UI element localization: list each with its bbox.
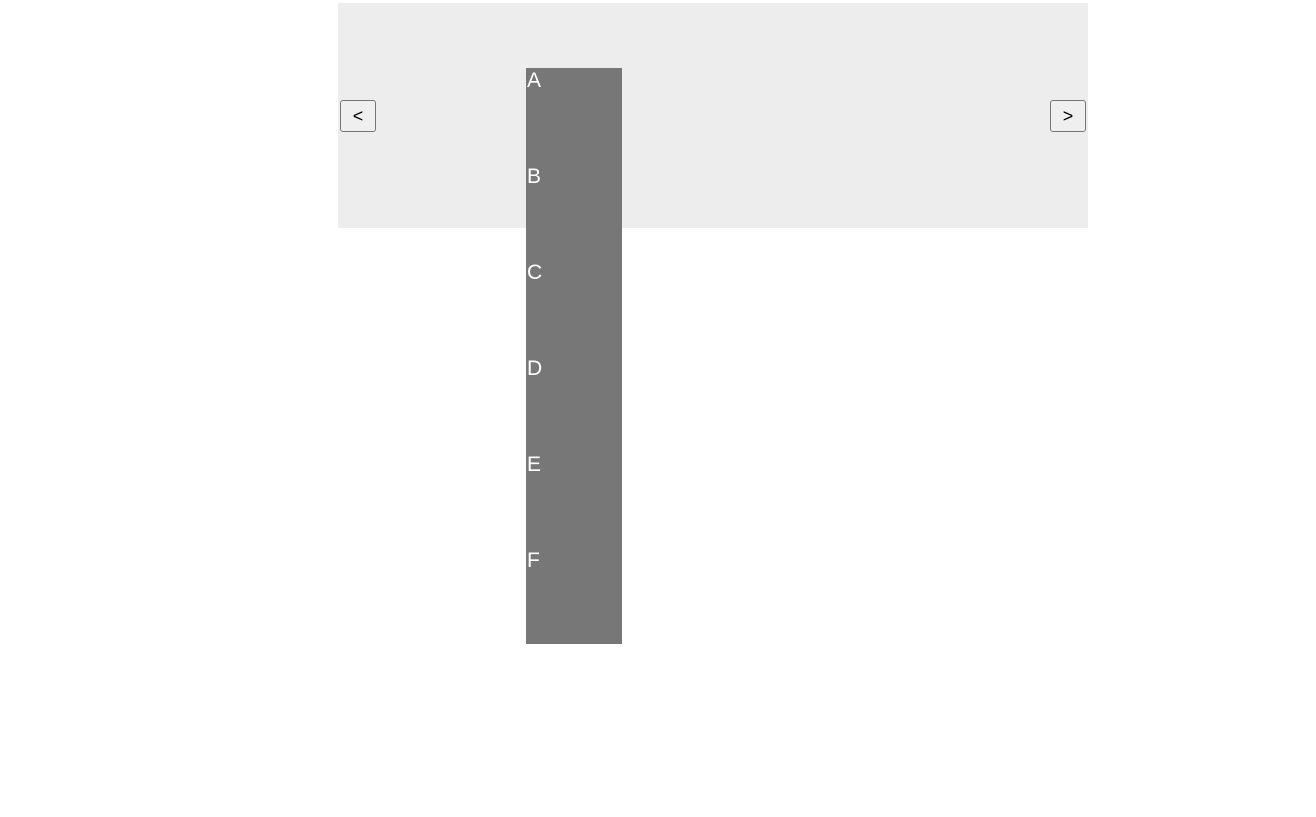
carousel-item[interactable]: D [526,356,622,452]
next-button[interactable]: > [1050,100,1086,132]
carousel-container: < > A B C D E F [338,3,1088,228]
items-column: A B C D E F [526,68,622,644]
carousel-item[interactable]: E [526,452,622,548]
prev-button[interactable]: < [340,100,376,132]
carousel-item[interactable]: A [526,68,622,164]
carousel-item[interactable]: B [526,164,622,260]
carousel-item[interactable]: F [526,548,622,644]
carousel-item[interactable]: C [526,260,622,356]
